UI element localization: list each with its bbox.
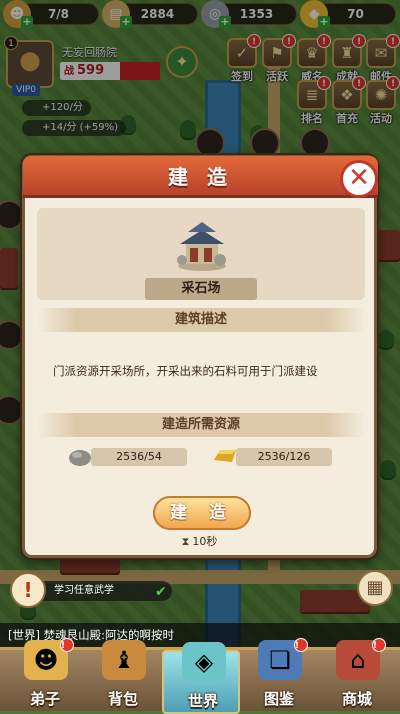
grid-icon: ▦ xyxy=(366,577,384,598)
dialog-title: 建 造 xyxy=(168,165,233,189)
close-icon: ✕ xyxy=(348,163,370,193)
description-header: 建筑描述 xyxy=(37,308,365,332)
build-time: ⧗ 10秒 xyxy=(25,533,374,549)
bottom-nav: ☻ ! 弟子 ♝ 背包 ◈ 世界 ❏ ! 图鉴 ⌂ ! 商城 xyxy=(0,638,400,714)
quest-icon[interactable]: ! xyxy=(10,572,46,608)
nav-label: 弟子 xyxy=(29,690,60,708)
quarry-building-icon xyxy=(177,222,226,271)
nav-label: 商城 xyxy=(341,690,372,708)
nav-shop[interactable]: ⌂ ! 商城 xyxy=(318,638,396,714)
build-time-value: 10秒 xyxy=(192,535,218,548)
close-button[interactable]: ✕ xyxy=(340,160,378,198)
notification-badge: ! xyxy=(294,638,308,652)
requirements-header: 建造所需资源 xyxy=(37,413,365,437)
gold-bar-icon xyxy=(214,450,236,462)
requirements-list: 2536/54 2536/126 xyxy=(37,441,365,471)
check-icon: ✔ xyxy=(155,584,167,600)
building-name: 采石场 xyxy=(145,278,257,300)
nav-disciples[interactable]: ☻ ! 弟子 xyxy=(6,638,84,714)
world-map-icon: ◈ xyxy=(182,642,226,682)
notification-badge: ! xyxy=(372,638,386,652)
requirement-amount: 2536/126 xyxy=(236,448,332,466)
nav-label: 图鉴 xyxy=(263,690,294,708)
building-preview: 采石场 xyxy=(37,208,365,300)
nav-label: 背包 xyxy=(107,690,138,708)
menu-grid-button[interactable]: ▦ xyxy=(357,570,393,606)
hourglass-icon: ⧗ xyxy=(181,535,190,548)
stone-icon xyxy=(69,450,91,466)
nav-label: 世界 xyxy=(187,692,218,710)
building-description: 门派资源开采场所，开采出来的石料可用于门派建设 xyxy=(53,364,318,378)
nav-world[interactable]: ◈ 世界 xyxy=(162,642,240,714)
build-dialog: 建 造 ✕ 采石场 建筑描述 门派资源开采场所，开采出来的石料可用于门派建设 建… xyxy=(22,155,378,558)
build-button[interactable]: 建 造 xyxy=(153,496,251,530)
bag-icon: ♝ xyxy=(102,640,146,680)
requirement-amount: 2536/54 xyxy=(91,448,187,466)
dialog-header: 建 造 xyxy=(23,156,378,198)
nav-codex[interactable]: ❏ ! 图鉴 xyxy=(240,638,318,714)
quest-text: 学习任意武学 xyxy=(40,581,172,601)
nav-bag[interactable]: ♝ 背包 xyxy=(84,640,162,714)
notification-badge: ! xyxy=(60,638,74,652)
quest-tracker[interactable]: 学习任意武学 ! ✔ xyxy=(10,572,172,608)
